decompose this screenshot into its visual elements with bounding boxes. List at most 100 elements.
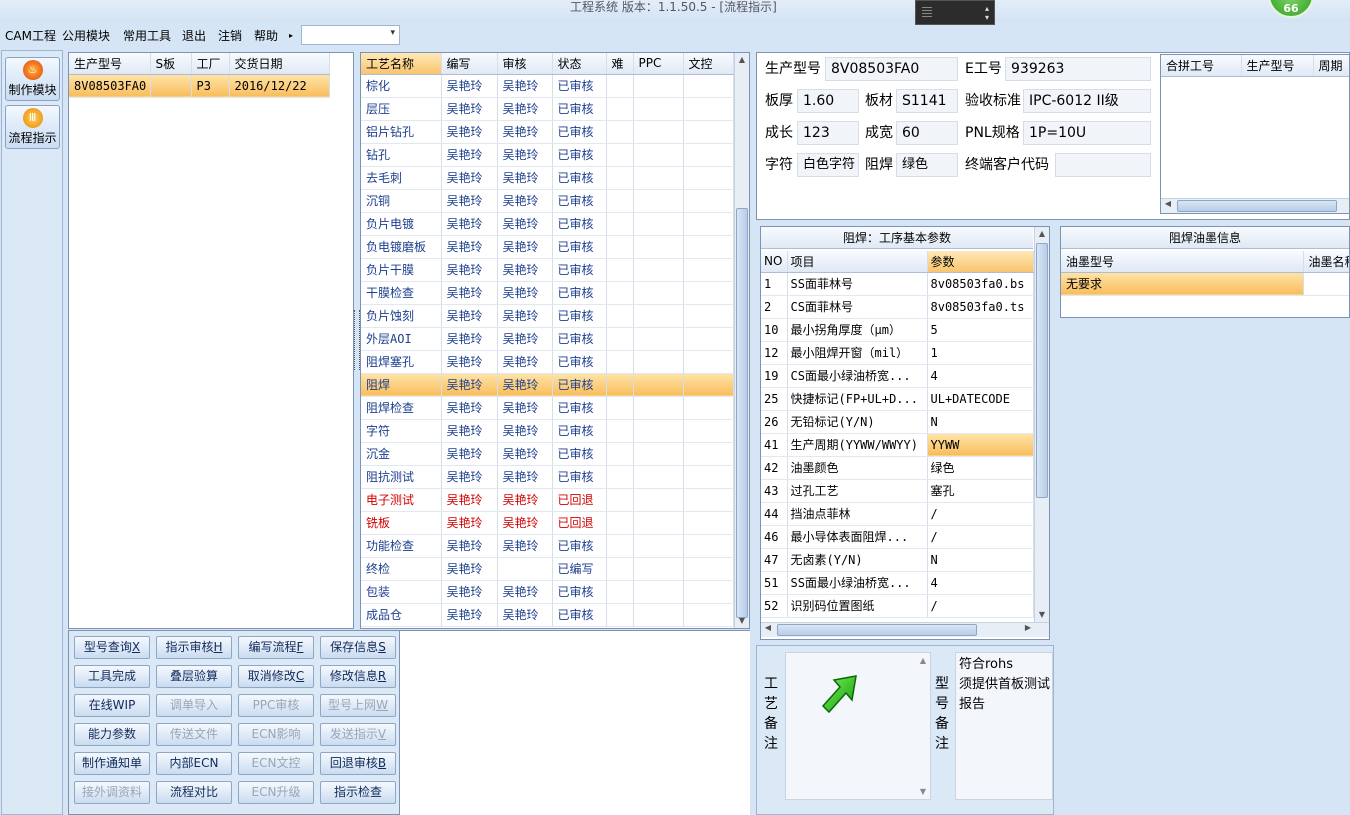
model-field[interactable]: 8V08503FA0 bbox=[825, 57, 958, 81]
action-button[interactable]: PPC审核 bbox=[238, 694, 314, 717]
table-row[interactable]: 功能检查 吴艳玲 吴艳玲 已审核 bbox=[361, 534, 734, 558]
menu-cam[interactable]: CAM工程 bbox=[5, 27, 56, 44]
col-header[interactable]: 编写 bbox=[441, 53, 498, 75]
table-row[interactable]: 19 CS面最小绿油桥宽... 4 bbox=[761, 364, 1034, 388]
table-row[interactable]: 44 挡油点菲林 / bbox=[761, 502, 1034, 526]
sidebar-item-make-module[interactable]: ♨ 制作模块 bbox=[5, 57, 60, 101]
table-row[interactable]: 沉金 吴艳玲 吴艳玲 已审核 bbox=[361, 442, 734, 466]
col-header[interactable]: 文控 bbox=[683, 53, 734, 75]
col-header[interactable]: S板 bbox=[150, 53, 192, 75]
table-row[interactable]: 电子测试 吴艳玲 吴艳玲 已回退 bbox=[361, 488, 734, 512]
col-header[interactable]: 生产型号 bbox=[69, 53, 151, 75]
grip-icon[interactable] bbox=[922, 7, 932, 19]
action-button[interactable]: 指示审核H bbox=[156, 636, 232, 659]
menu-common-module[interactable]: 公用模块 bbox=[62, 27, 110, 44]
menu-help[interactable]: 帮助 bbox=[254, 27, 278, 44]
action-button[interactable]: 工具完成 bbox=[74, 665, 150, 688]
table-row[interactable]: 46 最小导体表面阻焊... / bbox=[761, 525, 1034, 549]
action-button[interactable]: ECN升级 bbox=[238, 781, 314, 804]
width-field[interactable]: 60 bbox=[896, 121, 958, 145]
col-header[interactable]: 参数 bbox=[927, 251, 1034, 273]
action-button[interactable]: 发送指示V bbox=[320, 723, 396, 746]
table-row[interactable]: 干膜检查 吴艳玲 吴艳玲 已审核 bbox=[361, 281, 734, 305]
table-row[interactable]: 成品仓 吴艳玲 吴艳玲 已审核 bbox=[361, 603, 734, 627]
action-button[interactable]: 修改信息R bbox=[320, 665, 396, 688]
scroll-down-icon[interactable]: ▼ bbox=[1035, 608, 1049, 622]
table-row[interactable]: 52 识别码位置图纸 / bbox=[761, 594, 1034, 618]
scroll-down-icon[interactable]: ▼ bbox=[735, 614, 749, 628]
scroll-thumb[interactable] bbox=[736, 208, 748, 618]
merge-hscrollbar[interactable]: ◀ bbox=[1161, 198, 1349, 213]
table-row[interactable]: 字符 吴艳玲 吴艳玲 已审核 bbox=[361, 419, 734, 443]
col-header[interactable]: 状态 bbox=[552, 53, 607, 75]
process-scrollbar[interactable]: ▲ ▼ bbox=[734, 53, 749, 628]
table-row[interactable]: 1 SS面菲林号 8v08503fa0.bs bbox=[761, 272, 1034, 296]
action-button[interactable]: 内部ECN bbox=[156, 752, 232, 775]
table-row[interactable]: 终检 吴艳玲 已编写 bbox=[361, 557, 734, 581]
col-header[interactable]: 油墨型号 bbox=[1061, 251, 1304, 273]
params-hscrollbar[interactable]: ◀ ▶ bbox=[761, 622, 1049, 637]
scroll-up-icon[interactable]: ▲ bbox=[1035, 227, 1049, 241]
table-row[interactable]: 包装 吴艳玲 吴艳玲 已审核 bbox=[361, 580, 734, 604]
action-button[interactable]: 保存信息S bbox=[320, 636, 396, 659]
menu-tools[interactable]: 常用工具 bbox=[123, 27, 171, 44]
table-row[interactable]: 铣板 吴艳玲 吴艳玲 已回退 bbox=[361, 511, 734, 535]
action-button[interactable]: 型号上网W bbox=[320, 694, 396, 717]
scroll-left-icon[interactable]: ◀ bbox=[1161, 199, 1175, 208]
col-header[interactable]: PPC bbox=[633, 53, 684, 75]
table-row[interactable]: 铝片钻孔 吴艳玲 吴艳玲 已审核 bbox=[361, 120, 734, 144]
table-row[interactable]: 42 油墨颜色 绿色 bbox=[761, 456, 1034, 480]
table-row[interactable]: 去毛刺 吴艳玲 吴艳玲 已审核 bbox=[361, 166, 734, 190]
table-row[interactable]: 沉铜 吴艳玲 吴艳玲 已审核 bbox=[361, 189, 734, 213]
action-button[interactable]: 指示检查 bbox=[320, 781, 396, 804]
model-note-text[interactable]: 符合rohs 须提供首板测试报告 bbox=[955, 652, 1053, 800]
scroll-thumb[interactable] bbox=[1036, 243, 1048, 498]
scroll-right-icon[interactable]: ▶ bbox=[1021, 623, 1035, 632]
menu-logout[interactable]: 注销 bbox=[218, 27, 242, 44]
table-row[interactable]: 阻焊 吴艳玲 吴艳玲 已审核 bbox=[361, 373, 734, 397]
table-row[interactable]: 阻焊检查 吴艳玲 吴艳玲 已审核 bbox=[361, 396, 734, 420]
col-header[interactable]: 周期 bbox=[1313, 55, 1349, 77]
action-button[interactable]: 取消修改C bbox=[238, 665, 314, 688]
panel-field[interactable]: 1P=10U bbox=[1023, 121, 1151, 145]
action-button[interactable]: 传送文件 bbox=[156, 723, 232, 746]
action-button[interactable]: 能力参数 bbox=[74, 723, 150, 746]
table-row[interactable]: 阻焊塞孔 吴艳玲 吴艳玲 已审核 bbox=[361, 350, 734, 374]
action-button[interactable]: 叠层验算 bbox=[156, 665, 232, 688]
menu-exit[interactable]: 退出 bbox=[182, 27, 206, 44]
col-header[interactable]: 油墨名称 bbox=[1303, 251, 1349, 273]
col-header[interactable]: 审核 bbox=[497, 53, 553, 75]
scroll-up-icon[interactable]: ▲ bbox=[920, 656, 926, 665]
action-button[interactable]: 调单导入 bbox=[156, 694, 232, 717]
updown-arrows-icon[interactable]: ▴ ▾ bbox=[985, 4, 989, 22]
table-row[interactable]: 10 最小拐角厚度（μm） 5 bbox=[761, 318, 1034, 342]
table-row[interactable]: 12 最小阻焊开窗（mil） 1 bbox=[761, 341, 1034, 365]
table-row[interactable]: 负片电镀 吴艳玲 吴艳玲 已审核 bbox=[361, 212, 734, 236]
table-row[interactable]: 外层AOI 吴艳玲 吴艳玲 已审核 bbox=[361, 327, 734, 351]
action-button[interactable]: 型号查询X bbox=[74, 636, 150, 659]
action-button[interactable]: 制作通知单 bbox=[74, 752, 150, 775]
menu-arrow-icon[interactable]: ▸ bbox=[289, 31, 293, 40]
table-row[interactable]: 43 过孔工艺 塞孔 bbox=[761, 479, 1034, 503]
table-row[interactable]: 25 快捷标记(FP+UL+D... UL+DATECODE bbox=[761, 387, 1034, 411]
action-button[interactable]: ECN影响 bbox=[238, 723, 314, 746]
thickness-field[interactable]: 1.60 bbox=[797, 89, 859, 113]
col-header[interactable]: 工艺名称 bbox=[361, 53, 442, 75]
col-header[interactable]: 生产型号 bbox=[1241, 55, 1314, 77]
col-header[interactable]: 交货日期 bbox=[229, 53, 330, 75]
action-button[interactable]: 编写流程F bbox=[238, 636, 314, 659]
action-button[interactable]: 回退审核B bbox=[320, 752, 396, 775]
col-header[interactable]: 项目 bbox=[787, 251, 928, 273]
table-row[interactable]: 负片蚀刻 吴艳玲 吴艳玲 已审核 bbox=[361, 304, 734, 328]
table-row[interactable]: 47 无卤素(Y/N) N bbox=[761, 548, 1034, 572]
table-row[interactable]: 钻孔 吴艳玲 吴艳玲 已审核 bbox=[361, 143, 734, 167]
col-header[interactable]: 工厂 bbox=[191, 53, 230, 75]
table-row[interactable]: 层压 吴艳玲 吴艳玲 已审核 bbox=[361, 97, 734, 121]
menu-dropdown[interactable] bbox=[301, 25, 400, 45]
action-button[interactable]: ECN文控 bbox=[238, 752, 314, 775]
table-row[interactable]: 8V08503FA0 P3 2016/12/22 bbox=[69, 74, 330, 98]
table-row[interactable]: 负电镀磨板 吴艳玲 吴艳玲 已审核 bbox=[361, 235, 734, 259]
scroll-down-icon[interactable]: ▼ bbox=[920, 787, 926, 796]
standard-field[interactable]: IPC-6012 II级 bbox=[1023, 89, 1151, 113]
table-row[interactable]: 棕化 吴艳玲 吴艳玲 已审核 bbox=[361, 74, 734, 98]
